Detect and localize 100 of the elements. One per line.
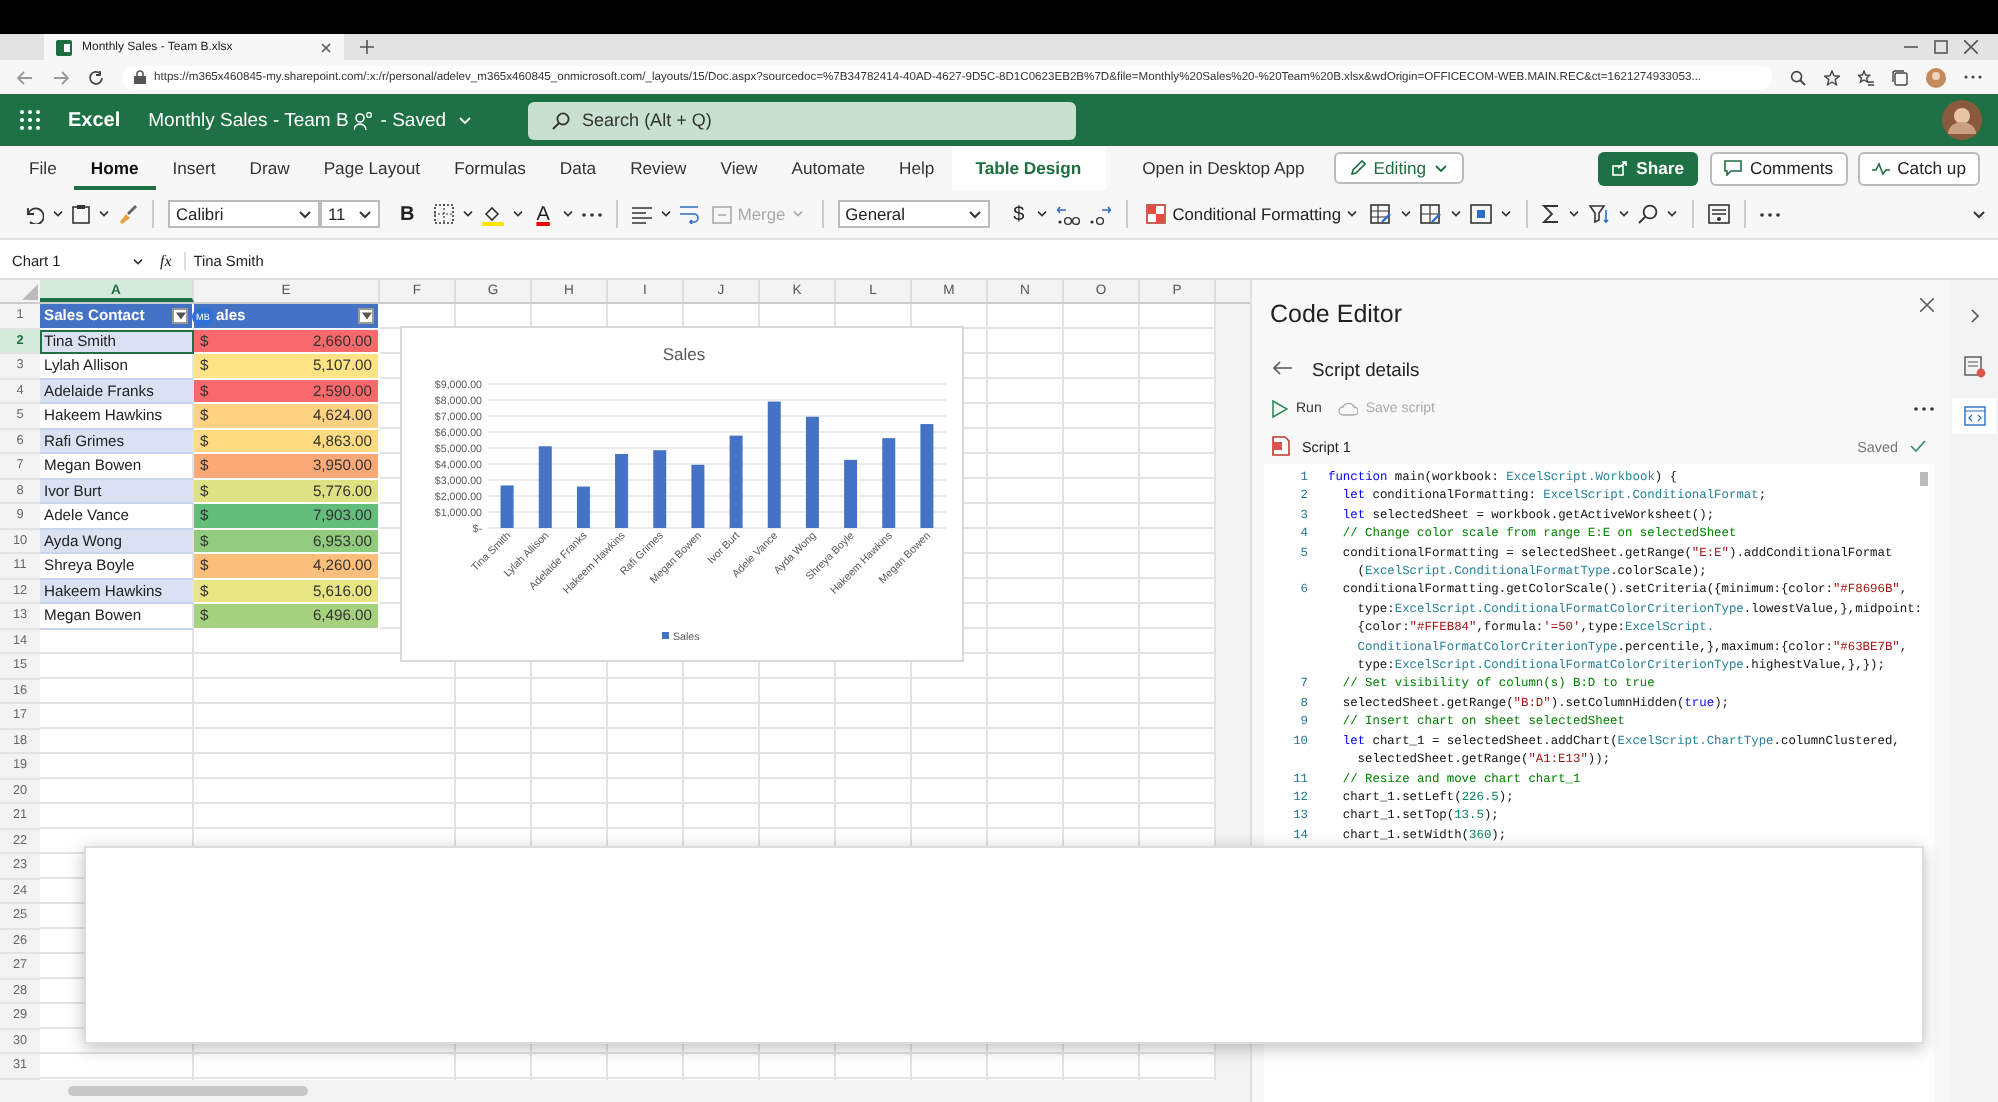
caret-icon[interactable] (1618, 210, 1631, 218)
caret-icon[interactable] (1972, 209, 1986, 219)
bar (538, 446, 552, 528)
undo-icon[interactable] (24, 205, 44, 223)
search-icon (552, 111, 571, 129)
ribbon-tab[interactable]: Review (613, 146, 704, 190)
form-icon[interactable] (1708, 204, 1731, 224)
caret-icon[interactable] (462, 210, 475, 218)
currency-button[interactable]: $ (1009, 203, 1029, 225)
avatar-icon[interactable] (1926, 67, 1946, 87)
caret-icon[interactable] (1036, 210, 1049, 218)
sum-icon[interactable] (1542, 204, 1561, 224)
star-icon[interactable] (1824, 69, 1840, 85)
minimize-icon[interactable] (1904, 40, 1918, 54)
ribbon-tab[interactable]: Automate (774, 146, 883, 190)
caret-icon (132, 257, 144, 265)
share-button[interactable]: Share (1598, 151, 1699, 185)
font-color-button[interactable]: A (532, 203, 554, 225)
ribbon-tab[interactable]: Formulas (437, 146, 543, 190)
caret-icon (298, 209, 312, 219)
caret-icon[interactable] (1500, 210, 1513, 218)
back-icon[interactable] (1272, 360, 1292, 376)
app-name[interactable]: Excel (68, 109, 121, 131)
paintbrush-icon[interactable] (118, 204, 138, 224)
ribbon-tab[interactable]: Insert (155, 146, 233, 190)
caret-icon (358, 209, 372, 219)
caret-icon (1434, 163, 1449, 173)
ribbon-tab[interactable]: Page Layout (306, 146, 438, 190)
document-title[interactable]: Monthly Sales - Team B (148, 109, 349, 131)
ribbon-tab[interactable]: Help (882, 146, 952, 190)
search-field[interactable]: Search (Alt + Q) (528, 101, 1077, 139)
wrap-text-icon[interactable] (679, 204, 700, 224)
caret-icon[interactable] (1568, 210, 1581, 218)
more-icon[interactable] (1760, 211, 1781, 217)
app-launcher-icon[interactable] (20, 110, 40, 130)
maximize-icon[interactable] (1934, 40, 1948, 54)
filter-button[interactable] (358, 307, 374, 324)
caret-icon (967, 209, 982, 219)
close-icon[interactable] (1964, 40, 1978, 54)
chart-title: Sales (662, 344, 706, 364)
share-icon (1612, 160, 1629, 176)
clipboard-icon[interactable] (72, 204, 90, 224)
collections-icon[interactable] (1892, 69, 1908, 85)
favorites-icon[interactable] (1858, 69, 1874, 85)
caret-icon[interactable] (659, 210, 672, 218)
checkmark-icon (1910, 440, 1926, 452)
increase-decimal-icon[interactable] (1056, 203, 1081, 225)
close-icon[interactable] (1920, 298, 1934, 312)
caret-icon[interactable] (1666, 210, 1679, 218)
sort-filter-icon[interactable] (1588, 204, 1611, 224)
lock-icon (134, 70, 146, 84)
bar (882, 438, 896, 528)
horizontal-scrollbar[interactable] (0, 1080, 1250, 1102)
editing-mode-button[interactable]: Editing (1333, 152, 1465, 184)
bar (500, 485, 514, 528)
caret-icon[interactable] (561, 210, 574, 218)
ribbon-tab[interactable]: View (703, 146, 775, 190)
close-icon[interactable] (320, 41, 332, 53)
conditional-formatting-button[interactable]: Conditional Formatting (1142, 204, 1363, 224)
refresh-icon[interactable] (88, 69, 104, 85)
caret-icon[interactable] (512, 210, 525, 218)
ribbon-tab[interactable]: File (12, 146, 74, 190)
insert-cells-icon[interactable] (1470, 204, 1493, 224)
more-icon[interactable] (1914, 405, 1934, 411)
number-format-dropdown[interactable]: General (837, 200, 990, 228)
bar (844, 459, 858, 528)
function-label[interactable]: fx (160, 252, 172, 270)
decrease-decimal-icon[interactable] (1088, 203, 1113, 225)
font-name-dropdown[interactable]: Calibri (168, 200, 320, 228)
script-recorder-icon[interactable] (1963, 356, 1985, 378)
ribbon-tab[interactable]: Table Design (951, 146, 1106, 190)
cell-styles-icon[interactable] (1420, 204, 1443, 224)
catch-up-button[interactable]: Catch up (1857, 151, 1980, 185)
font-size-dropdown[interactable]: 11 (320, 200, 380, 228)
forward-icon[interactable] (52, 69, 70, 85)
format-as-table-icon[interactable] (1370, 204, 1393, 224)
ribbon-tab[interactable]: Draw (232, 146, 307, 190)
filter-button[interactable] (172, 307, 188, 324)
open-in-desktop-link[interactable]: Open in Desktop App (1125, 146, 1322, 190)
search-icon[interactable] (1638, 204, 1659, 224)
avatar-icon[interactable] (1942, 100, 1982, 140)
section-title: Script details (1312, 357, 1420, 379)
caret-icon[interactable] (1400, 210, 1413, 218)
align-icon[interactable] (631, 205, 652, 223)
chevron-right-icon[interactable] (1969, 308, 1979, 324)
address-bar[interactable] (122, 65, 1772, 89)
caret-icon[interactable] (52, 210, 64, 218)
fill-color-icon[interactable] (482, 203, 505, 225)
comment-icon (1724, 160, 1743, 176)
more-icon[interactable] (581, 211, 602, 217)
bold-button[interactable]: B (396, 203, 419, 225)
caret-icon[interactable] (1450, 210, 1463, 218)
zoom-icon[interactable] (1790, 69, 1806, 85)
new-tab-icon[interactable] (360, 40, 374, 54)
code-editor-tab[interactable] (1952, 398, 1996, 434)
caret-icon[interactable] (98, 210, 110, 218)
borders-icon[interactable] (434, 204, 455, 224)
comments-button[interactable]: Comments (1710, 151, 1848, 185)
more-icon[interactable] (1964, 74, 1982, 80)
ribbon-tab[interactable]: Data (542, 146, 614, 190)
